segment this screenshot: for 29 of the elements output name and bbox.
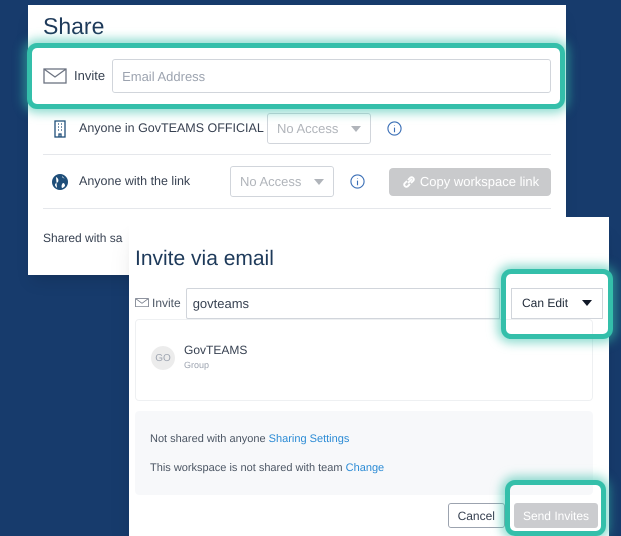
- shared-with-text: Shared with sa: [43, 230, 124, 247]
- access-label: Anyone with the link: [79, 173, 192, 190]
- access-label: Anyone in GovTEAMS OFFICIAL: [79, 120, 265, 138]
- dialog-title: Invite via email: [135, 246, 275, 272]
- email-field[interactable]: govteams: [186, 288, 500, 318]
- cancel-button[interactable]: Cancel: [448, 503, 505, 528]
- caret-icon: [582, 300, 592, 306]
- info-icon: [387, 121, 402, 136]
- settings-link[interactable]: Sharing Settings: [268, 433, 350, 445]
- invite-label: Invite: [74, 67, 106, 86]
- email-field[interactable]: Email Address: [112, 59, 551, 93]
- caret-icon: [351, 126, 361, 132]
- globe-icon: [49, 172, 71, 190]
- invite-label: Invite: [152, 295, 181, 312]
- access-dropdown[interactable]: No Access: [230, 166, 334, 197]
- access-dropdown[interactable]: No Access: [267, 113, 371, 144]
- settings-link[interactable]: Change: [346, 462, 384, 474]
- sharing-note: Not shared with anyone Sharing Settings: [150, 432, 350, 447]
- envelope-icon: [43, 68, 67, 84]
- caret-icon: [314, 178, 324, 184]
- link-icon: [400, 174, 417, 190]
- permission-dropdown[interactable]: Can Edit: [511, 288, 603, 318]
- avatar-initials: GO: [151, 346, 175, 370]
- group-type: Group: [184, 359, 210, 372]
- sharing-note: This workspace is not shared with team Change: [150, 460, 386, 476]
- envelope-icon: [135, 298, 149, 308]
- dialog-title: Share: [43, 12, 106, 41]
- info-icon: [350, 174, 365, 189]
- group-name: GovTEAMS: [184, 342, 248, 358]
